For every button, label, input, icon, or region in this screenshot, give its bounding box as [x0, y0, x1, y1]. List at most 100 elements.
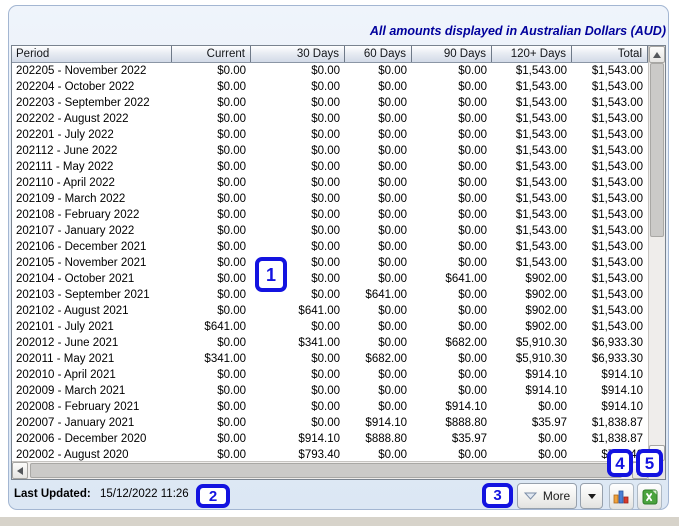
cell-120-plus-days: $1,543.00: [492, 176, 572, 192]
cell-current: $0.00: [172, 96, 251, 112]
cell-30-days: $0.00: [251, 160, 345, 176]
cell-120-plus-days: $1,543.00: [492, 112, 572, 128]
chart-view-button[interactable]: [609, 483, 634, 510]
cell-60-days: $0.00: [345, 80, 412, 96]
column-header-90-days[interactable]: 90 Days: [412, 46, 492, 62]
cell-120-plus-days: $0.00: [492, 448, 572, 461]
table-row[interactable]: 202006 - December 2020$0.00$914.10$888.8…: [12, 432, 648, 448]
table-row[interactable]: 202101 - July 2021$641.00$0.00$0.00$0.00…: [12, 320, 648, 336]
table-content-area: PeriodCurrent30 Days60 Days90 Days120+ D…: [12, 46, 648, 479]
excel-export-button[interactable]: [637, 483, 662, 510]
table-row[interactable]: 202010 - April 2021$0.00$0.00$0.00$0.00$…: [12, 368, 648, 384]
cell-total: $914.10: [572, 400, 648, 416]
window-bottom-strip: [0, 517, 679, 526]
column-header-60-days[interactable]: 60 Days: [345, 46, 412, 62]
table-row[interactable]: 202009 - March 2021$0.00$0.00$0.00$0.00$…: [12, 384, 648, 400]
scroll-up-button[interactable]: [649, 46, 665, 63]
cell-60-days: $0.00: [345, 208, 412, 224]
cell-30-days: $0.00: [251, 416, 345, 432]
table-row[interactable]: 202105 - November 2021$0.00$0.00$0.00$0.…: [12, 256, 648, 272]
horizontal-scroll-thumb[interactable]: [30, 463, 622, 478]
table-row[interactable]: 202104 - October 2021$0.00$0.00$0.00$641…: [12, 272, 648, 288]
cell-total: $1,543.00: [572, 288, 648, 304]
table-row[interactable]: 202112 - June 2022$0.00$0.00$0.00$0.00$1…: [12, 144, 648, 160]
table-row[interactable]: 202107 - January 2022$0.00$0.00$0.00$0.0…: [12, 224, 648, 240]
table-row[interactable]: 202201 - July 2022$0.00$0.00$0.00$0.00$1…: [12, 128, 648, 144]
table-row[interactable]: 202203 - September 2022$0.00$0.00$0.00$0…: [12, 96, 648, 112]
cell-period: 202010 - April 2021: [12, 368, 172, 384]
cell-total: $1,543.00: [572, 80, 648, 96]
cell-current: $0.00: [172, 176, 251, 192]
cell-period: 202002 - August 2020: [12, 448, 172, 461]
cell-total: $1,543.00: [572, 224, 648, 240]
cell-current: $0.00: [172, 416, 251, 432]
cell-period: 202106 - December 2021: [12, 240, 172, 256]
cell-60-days: $0.00: [345, 240, 412, 256]
cell-current: $0.00: [172, 208, 251, 224]
cell-120-plus-days: $1,543.00: [492, 128, 572, 144]
last-updated-label: Last Updated:: [14, 488, 91, 500]
cell-90-days: $0.00: [412, 80, 492, 96]
cell-total: $1,543.00: [572, 192, 648, 208]
column-header-current[interactable]: Current: [172, 46, 251, 62]
cell-120-plus-days: $5,910.30: [492, 336, 572, 352]
cell-total: $1,838.87: [572, 416, 648, 432]
more-button[interactable]: More: [517, 483, 577, 509]
cell-120-plus-days: $1,543.00: [492, 192, 572, 208]
cell-30-days: $341.00: [251, 336, 345, 352]
table-row[interactable]: 202205 - November 2022$0.00$0.00$0.00$0.…: [12, 64, 648, 80]
cell-90-days: $0.00: [412, 368, 492, 384]
vertical-scroll-track[interactable]: [649, 63, 665, 445]
cell-60-days: $0.00: [345, 304, 412, 320]
column-header-30-days[interactable]: 30 Days: [251, 46, 345, 62]
vertical-scroll-thumb[interactable]: [650, 63, 664, 237]
table-row[interactable]: 202111 - May 2022$0.00$0.00$0.00$0.00$1,…: [12, 160, 648, 176]
cell-90-days: $0.00: [412, 208, 492, 224]
cell-period: 202006 - December 2020: [12, 432, 172, 448]
table-body: 202205 - November 2022$0.00$0.00$0.00$0.…: [12, 63, 648, 461]
cell-60-days: $0.00: [345, 368, 412, 384]
table-row[interactable]: 202002 - August 2020$0.00$793.40$0.00$0.…: [12, 448, 648, 461]
horizontal-scroll-track[interactable]: [28, 462, 632, 479]
column-header-period[interactable]: Period: [12, 46, 172, 62]
cell-60-days: $914.10: [345, 416, 412, 432]
cell-60-days: $0.00: [345, 176, 412, 192]
table-row[interactable]: 202204 - October 2022$0.00$0.00$0.00$0.0…: [12, 80, 648, 96]
cell-90-days: $0.00: [412, 320, 492, 336]
bar-chart-icon: [613, 489, 630, 504]
table-row[interactable]: 202011 - May 2021$341.00$0.00$682.00$0.0…: [12, 352, 648, 368]
cell-period: 202104 - October 2021: [12, 272, 172, 288]
cell-current: $0.00: [172, 272, 251, 288]
column-header-120-plus-days[interactable]: 120+ Days: [492, 46, 572, 62]
cell-120-plus-days: $1,543.00: [492, 240, 572, 256]
cell-current: $0.00: [172, 368, 251, 384]
cell-period: 202012 - June 2021: [12, 336, 172, 352]
cell-60-days: $0.00: [345, 96, 412, 112]
table-header: PeriodCurrent30 Days60 Days90 Days120+ D…: [12, 46, 648, 63]
cell-90-days: $35.97: [412, 432, 492, 448]
table-row[interactable]: 202106 - December 2021$0.00$0.00$0.00$0.…: [12, 240, 648, 256]
more-dropdown-button[interactable]: [580, 483, 603, 509]
cell-total: $914.10: [572, 384, 648, 400]
cell-current: $0.00: [172, 384, 251, 400]
column-header-total[interactable]: Total: [572, 46, 648, 62]
cell-120-plus-days: $902.00: [492, 304, 572, 320]
cell-30-days: $0.00: [251, 128, 345, 144]
table-row[interactable]: 202109 - March 2022$0.00$0.00$0.00$0.00$…: [12, 192, 648, 208]
table-row[interactable]: 202103 - September 2021$0.00$0.00$641.00…: [12, 288, 648, 304]
table-row[interactable]: 202008 - February 2021$0.00$0.00$0.00$91…: [12, 400, 648, 416]
horizontal-scrollbar[interactable]: [12, 461, 648, 479]
table-row[interactable]: 202012 - June 2021$0.00$341.00$0.00$682.…: [12, 336, 648, 352]
cell-30-days: $0.00: [251, 384, 345, 400]
table-row[interactable]: 202110 - April 2022$0.00$0.00$0.00$0.00$…: [12, 176, 648, 192]
cell-90-days: $0.00: [412, 288, 492, 304]
cell-120-plus-days: $902.00: [492, 320, 572, 336]
table-row[interactable]: 202102 - August 2021$0.00$641.00$0.00$0.…: [12, 304, 648, 320]
cell-30-days: $0.00: [251, 112, 345, 128]
table-row[interactable]: 202007 - January 2021$0.00$0.00$914.10$8…: [12, 416, 648, 432]
table-row[interactable]: 202108 - February 2022$0.00$0.00$0.00$0.…: [12, 208, 648, 224]
scroll-left-button[interactable]: [12, 462, 28, 479]
cell-period: 202009 - March 2021: [12, 384, 172, 400]
vertical-scrollbar[interactable]: [648, 46, 665, 479]
table-row[interactable]: 202202 - August 2022$0.00$0.00$0.00$0.00…: [12, 112, 648, 128]
